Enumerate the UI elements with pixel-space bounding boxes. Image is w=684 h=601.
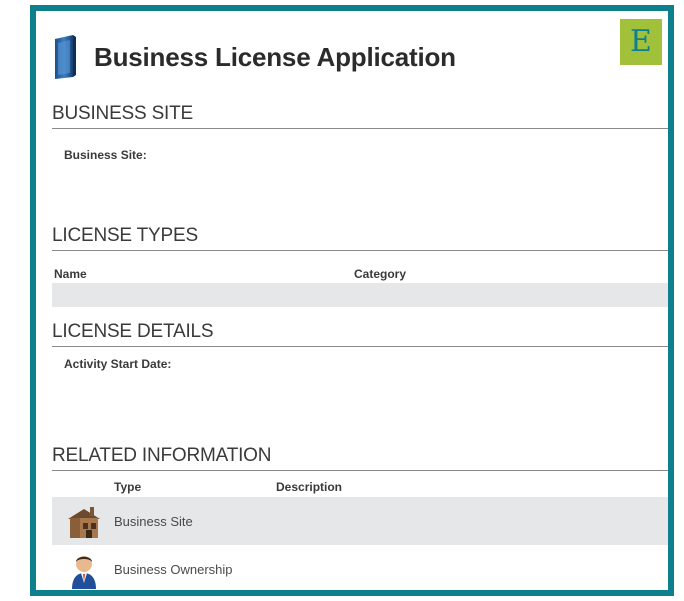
column-header-name[interactable]: Name [54, 267, 87, 281]
person-icon [72, 556, 96, 589]
license-types-empty-row [52, 283, 668, 307]
application-frame: E Business License Application BUSINESS … [30, 5, 674, 596]
license-types-heading: LICENSE TYPES [52, 225, 668, 251]
business-site-label: Business Site: [64, 148, 147, 162]
activity-start-date-label: Activity Start Date: [64, 357, 172, 371]
column-header-category[interactable]: Category [354, 267, 406, 281]
related-row-type[interactable]: Business Ownership [114, 562, 233, 577]
column-header-type[interactable]: Type [114, 480, 141, 494]
form-icon [55, 35, 76, 79]
section-badge: E [620, 19, 662, 65]
column-header-description[interactable]: Description [276, 480, 342, 494]
business-site-heading: BUSINESS SITE [52, 103, 668, 129]
license-details-heading: LICENSE DETAILS [52, 321, 668, 347]
page-title: Business License Application [94, 41, 456, 72]
building-icon [68, 507, 100, 538]
related-information-heading: RELATED INFORMATION [52, 445, 668, 471]
related-row-business-ownership[interactable]: Business Ownership [52, 545, 668, 590]
page-header: Business License Application [52, 33, 456, 81]
related-row-type[interactable]: Business Site [114, 514, 193, 529]
related-row-business-site[interactable]: Business Site [52, 497, 668, 545]
